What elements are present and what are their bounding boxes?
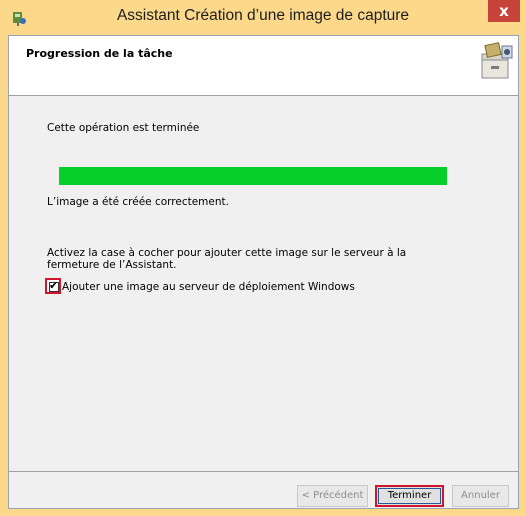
result-text: L’image a été créée correctement.: [47, 196, 229, 208]
page-title: Progression de la tâche: [26, 47, 173, 60]
progress-fill: [59, 167, 447, 185]
cancel-button[interactable]: Annuler: [452, 485, 509, 507]
title-bar[interactable]: Assistant Création d’une image de captur…: [0, 0, 526, 35]
wizard-header: Progression de la tâche: [9, 36, 518, 96]
progress-bar: [59, 167, 447, 185]
previous-button[interactable]: < Précédent: [297, 485, 368, 507]
add-image-checkbox[interactable]: ✔: [49, 279, 59, 292]
cabinet-icon: [481, 42, 513, 79]
footer-divider: [9, 471, 518, 472]
wizard-window: Assistant Création d’une image de captur…: [0, 0, 526, 516]
instruction-text: Activez la case à cocher pour ajouter ce…: [47, 247, 407, 271]
add-image-checkbox-highlight[interactable]: ✔: [45, 278, 61, 294]
checkmark-icon: ✔: [49, 279, 59, 292]
wizard-client-area: Progression de la tâche Cette opération …: [8, 35, 519, 509]
close-button[interactable]: x: [488, 0, 520, 22]
window-title: Assistant Création d’une image de captur…: [116, 7, 410, 24]
status-text: Cette opération est terminée: [47, 122, 200, 134]
finish-button[interactable]: Terminer: [375, 485, 444, 507]
checkbox-label[interactable]: Ajouter une image au serveur de déploiem…: [62, 281, 355, 293]
